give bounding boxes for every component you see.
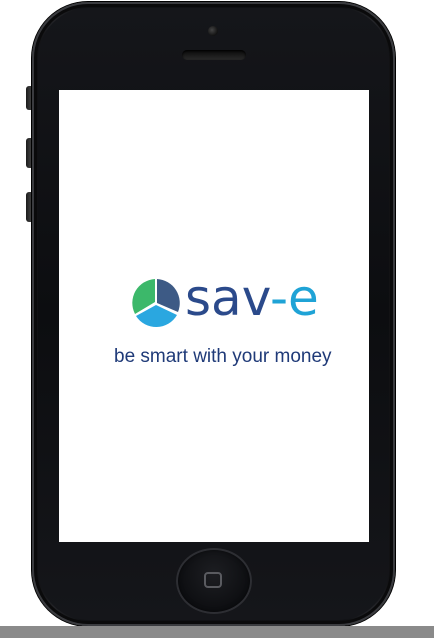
brand-logo: sav-e be smart with your money: [59, 90, 369, 542]
home-button-icon: [204, 572, 222, 588]
phone-frame: sav-e be smart with your money: [32, 2, 395, 626]
earpiece-speaker: [182, 50, 246, 60]
logo-segment-top: [157, 279, 180, 312]
app-name-part2: -e: [269, 269, 319, 327]
app-name-part1: sav: [185, 269, 270, 327]
splash-screen: sav-e be smart with your money: [59, 90, 369, 542]
front-camera-icon: [208, 26, 218, 36]
home-button[interactable]: [176, 548, 252, 614]
tagline: be smart with your money: [114, 346, 332, 367]
pie-logo-icon: [132, 279, 180, 328]
bottom-bar: [0, 626, 434, 638]
app-name: sav-e: [185, 268, 319, 328]
stage: sav-e be smart with your money: [0, 0, 434, 638]
